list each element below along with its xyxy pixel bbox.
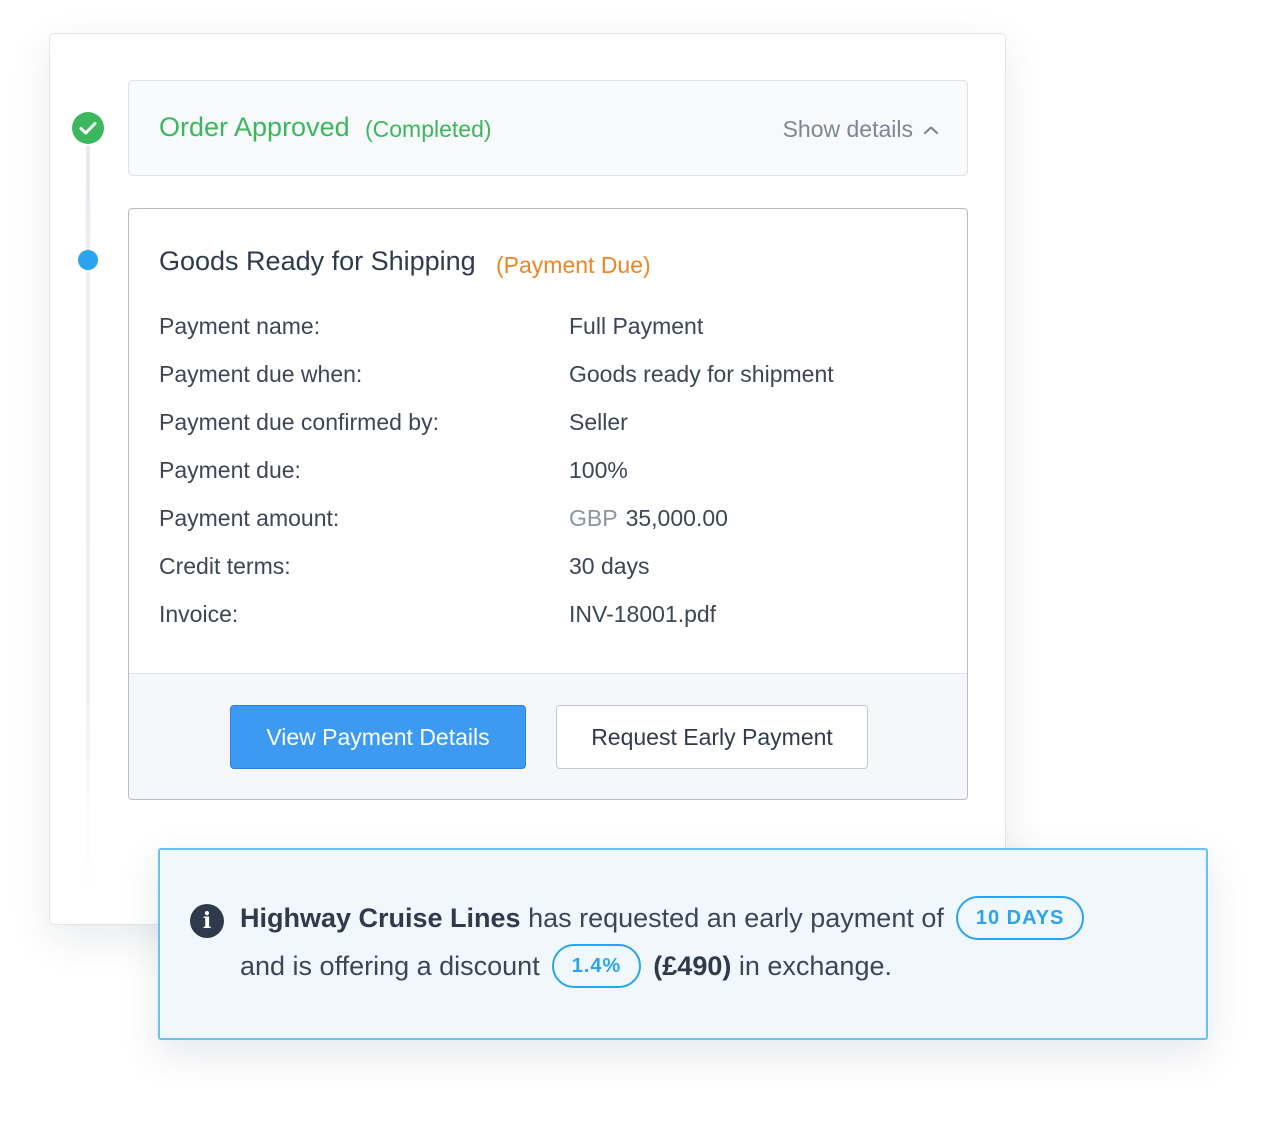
detail-row-invoice: Invoice: INV-18001.pdf [159, 601, 939, 649]
detail-value: 100% [569, 457, 628, 483]
detail-value: GBP 35,000.00 [569, 505, 728, 532]
view-payment-details-button[interactable]: View Payment Details [230, 705, 526, 769]
chevron-up-icon [923, 125, 939, 134]
detail-row-payment-due-when: Payment due when: Goods ready for shipme… [159, 361, 939, 409]
company-name: Highway Cruise Lines [240, 902, 521, 933]
discount-amount: (£490) [653, 950, 732, 981]
detail-label: Payment due confirmed by: [159, 409, 439, 435]
info-icon: i [190, 904, 224, 938]
current-step-dot-icon [78, 250, 98, 270]
notice-text: in exchange. [738, 950, 892, 981]
payment-actions: View Payment Details Request Early Payme… [129, 673, 967, 799]
detail-value: 30 days [569, 553, 650, 579]
detail-label: Credit terms: [159, 553, 291, 579]
notice-text: has requested an early payment of [528, 902, 944, 933]
detail-label: Payment name: [159, 313, 321, 339]
discount-badge: 1.4% [551, 944, 642, 988]
currency-code: GBP [569, 505, 618, 531]
detail-label: Payment due: [159, 457, 301, 483]
invoice-link[interactable]: INV-18001.pdf [569, 601, 716, 628]
show-details-toggle[interactable]: Show details [783, 116, 939, 143]
step-status: (Payment Due) [496, 252, 651, 278]
detail-label: Invoice: [159, 601, 239, 627]
detail-value: Full Payment [569, 313, 704, 339]
detail-value: Seller [569, 409, 628, 435]
days-badge: 10 DAYS [955, 896, 1085, 940]
detail-label: Payment amount: [159, 505, 340, 531]
notice-line-2: and is offering a discount 1.4% (£490) i… [240, 944, 892, 988]
detail-value: Goods ready for shipment [569, 361, 834, 387]
detail-row-credit-terms: Credit terms: 30 days [159, 553, 939, 601]
amount-value: 35,000.00 [625, 505, 728, 531]
check-circle-icon [72, 112, 104, 144]
detail-row-confirmed-by: Payment due confirmed by: Seller [159, 409, 939, 457]
step-status: (Completed) [365, 116, 492, 142]
goods-ready-step: Goods Ready for Shipping (Payment Due) P… [128, 208, 968, 800]
notice-text: and is offering a discount [240, 950, 540, 981]
step-title: Order Approved [159, 112, 350, 142]
notice-line-1: Highway Cruise Lines has requested an ea… [240, 896, 1096, 940]
detail-label: Payment due when: [159, 361, 363, 387]
payment-details-list: Payment name: Full Payment Payment due w… [159, 313, 939, 649]
detail-row-payment-name: Payment name: Full Payment [159, 313, 939, 361]
early-payment-notice: i Highway Cruise Lines has requested an … [158, 848, 1208, 1040]
request-early-payment-button[interactable]: Request Early Payment [556, 705, 868, 769]
step-title: Goods Ready for Shipping [159, 246, 476, 276]
show-details-label: Show details [782, 116, 913, 142]
detail-row-payment-due: Payment due: 100% [159, 457, 939, 505]
detail-row-payment-amount: Payment amount: GBP 35,000.00 [159, 505, 939, 553]
order-approved-step: Order Approved (Completed) Show details [128, 80, 968, 176]
